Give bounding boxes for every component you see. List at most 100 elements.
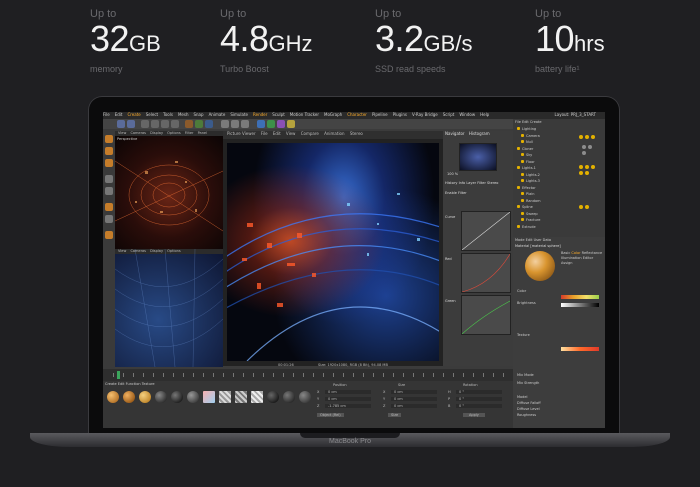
render-tab[interactable]: Animation (324, 131, 344, 136)
om-menu-item[interactable]: Edit (522, 120, 529, 124)
green-curve-graph[interactable] (461, 295, 511, 335)
navigator-tab[interactable]: Navigator (445, 131, 465, 136)
undo-icon[interactable] (117, 120, 125, 128)
material-swatch[interactable] (251, 391, 263, 403)
menu-item[interactable]: Animate (209, 112, 226, 117)
sidebar-tab[interactable]: Info (459, 181, 466, 185)
material-swatch[interactable] (203, 391, 215, 403)
menu-item[interactable]: Pipeline (372, 112, 388, 117)
object-row[interactable]: Random (521, 198, 541, 203)
attr-tab[interactable]: Assign (561, 261, 572, 265)
coord-value-field[interactable]: 0 ° (456, 390, 502, 394)
object-row[interactable]: Spline (517, 205, 533, 209)
material-menu-item[interactable]: Texture (142, 382, 155, 386)
menu-item[interactable]: Edit (115, 112, 123, 117)
attr-mode-item[interactable]: User Data (534, 238, 551, 242)
menu-item[interactable]: File (103, 112, 110, 117)
apply-button[interactable]: Apply (463, 413, 485, 417)
render-picture-icon[interactable] (231, 120, 239, 128)
menu-item[interactable]: V-Ray Bridge (412, 112, 438, 117)
menu-item[interactable]: Mesh (178, 112, 189, 117)
coord-value-field[interactable]: 0 cm (391, 404, 437, 408)
object-row[interactable]: Camera (521, 133, 540, 138)
rotate-icon[interactable] (171, 120, 179, 128)
menu-item[interactable]: Script (443, 112, 455, 117)
material-swatch[interactable] (139, 391, 151, 403)
sidebar-tab[interactable]: History (445, 181, 457, 185)
material-swatch[interactable] (187, 391, 199, 403)
points-mode-icon[interactable] (105, 135, 113, 143)
material-swatch[interactable] (155, 391, 167, 403)
object-row[interactable]: Fracture (521, 218, 540, 222)
om-menu-item[interactable]: File (515, 120, 521, 124)
snap-icon[interactable] (105, 203, 113, 211)
object-row[interactable]: Null (521, 140, 533, 144)
material-swatch[interactable] (283, 391, 295, 403)
workplane-icon[interactable] (105, 187, 113, 195)
render-tab[interactable]: View (286, 131, 296, 136)
object-row[interactable]: Cloner (517, 146, 533, 151)
menu-item[interactable]: Render (253, 112, 267, 117)
coord-value-field[interactable]: 0 cm (391, 397, 437, 401)
sidebar-tab[interactable]: Layer (466, 181, 476, 185)
sculpt-icon[interactable] (105, 231, 113, 239)
coord-value-field[interactable]: 0 cm (325, 397, 371, 401)
texture-gradient[interactable] (561, 347, 599, 351)
om-menu-item[interactable]: Create (530, 120, 542, 124)
navigator-tab[interactable]: Histogram (469, 131, 490, 136)
coord-value-field[interactable]: 0 cm (391, 390, 437, 394)
menu-item[interactable]: Simulate (230, 112, 248, 117)
cube-icon[interactable] (257, 120, 265, 128)
object-row[interactable]: Extrude (517, 224, 536, 229)
layout-selector[interactable]: Layout: PRJ_3_START (555, 112, 596, 117)
light-icon[interactable] (287, 120, 295, 128)
deformer-icon[interactable] (277, 120, 285, 128)
coord-value-field[interactable]: 0 ° (456, 397, 502, 401)
render-settings-icon[interactable] (241, 120, 249, 128)
material-swatch[interactable] (171, 391, 183, 403)
menu-item[interactable]: Select (146, 112, 158, 117)
menu-item[interactable]: Snap (193, 112, 203, 117)
edges-mode-icon[interactable] (105, 147, 113, 155)
render-view-icon[interactable] (221, 120, 229, 128)
material-preview[interactable] (525, 251, 555, 281)
zoom-value[interactable]: 100 % (447, 172, 458, 176)
attr-mode-item[interactable]: Mode (515, 238, 525, 242)
menu-item[interactable]: MoGraph (324, 112, 342, 117)
menu-item[interactable]: Window (459, 112, 475, 117)
coord-value-field[interactable]: -1.785 cm (325, 404, 371, 408)
object-row[interactable]: Sky (521, 153, 532, 157)
material-menu-item[interactable]: Function (126, 382, 141, 386)
attr-tab[interactable]: Illumination (561, 256, 582, 260)
material-menu-item[interactable]: Create (105, 382, 117, 386)
object-row[interactable]: Plain (521, 192, 534, 196)
render-tab[interactable]: File (261, 131, 268, 136)
attr-tab[interactable]: Editor (583, 256, 593, 260)
object-row[interactable]: Floor (521, 159, 535, 164)
render-tab[interactable]: Stereo (350, 131, 363, 136)
attr-tab[interactable]: Basic (561, 251, 570, 255)
menu-item[interactable]: Help (480, 112, 489, 117)
lock-icon[interactable] (105, 215, 113, 223)
object-row[interactable]: Sweep (521, 211, 538, 216)
material-menu-item[interactable]: Edit (118, 382, 125, 386)
material-swatch[interactable] (267, 391, 279, 403)
coord-value-field[interactable]: 0 ° (456, 404, 502, 408)
menu-item[interactable]: Sculpt (272, 112, 285, 117)
attr-tab[interactable]: Color (571, 251, 580, 255)
material-swatch[interactable] (107, 391, 119, 403)
filter-label[interactable]: Enable Filter (445, 191, 467, 195)
redo-icon[interactable] (127, 120, 135, 128)
menu-item[interactable]: Plugins (393, 112, 407, 117)
material-swatch[interactable] (235, 391, 247, 403)
polygons-mode-icon[interactable] (105, 159, 113, 167)
axis-y-icon[interactable] (195, 120, 203, 128)
coord-size-select[interactable]: Size (388, 413, 402, 417)
render-tab[interactable]: Edit (273, 131, 281, 136)
attr-mode-item[interactable]: Edit (526, 238, 533, 242)
material-swatch[interactable] (219, 391, 231, 403)
object-row[interactable]: Lights.2 (521, 172, 540, 177)
object-row[interactable]: Lights.3 (521, 179, 540, 183)
render-tab[interactable]: Compare (301, 131, 319, 136)
menu-item[interactable]: Character (347, 112, 367, 117)
